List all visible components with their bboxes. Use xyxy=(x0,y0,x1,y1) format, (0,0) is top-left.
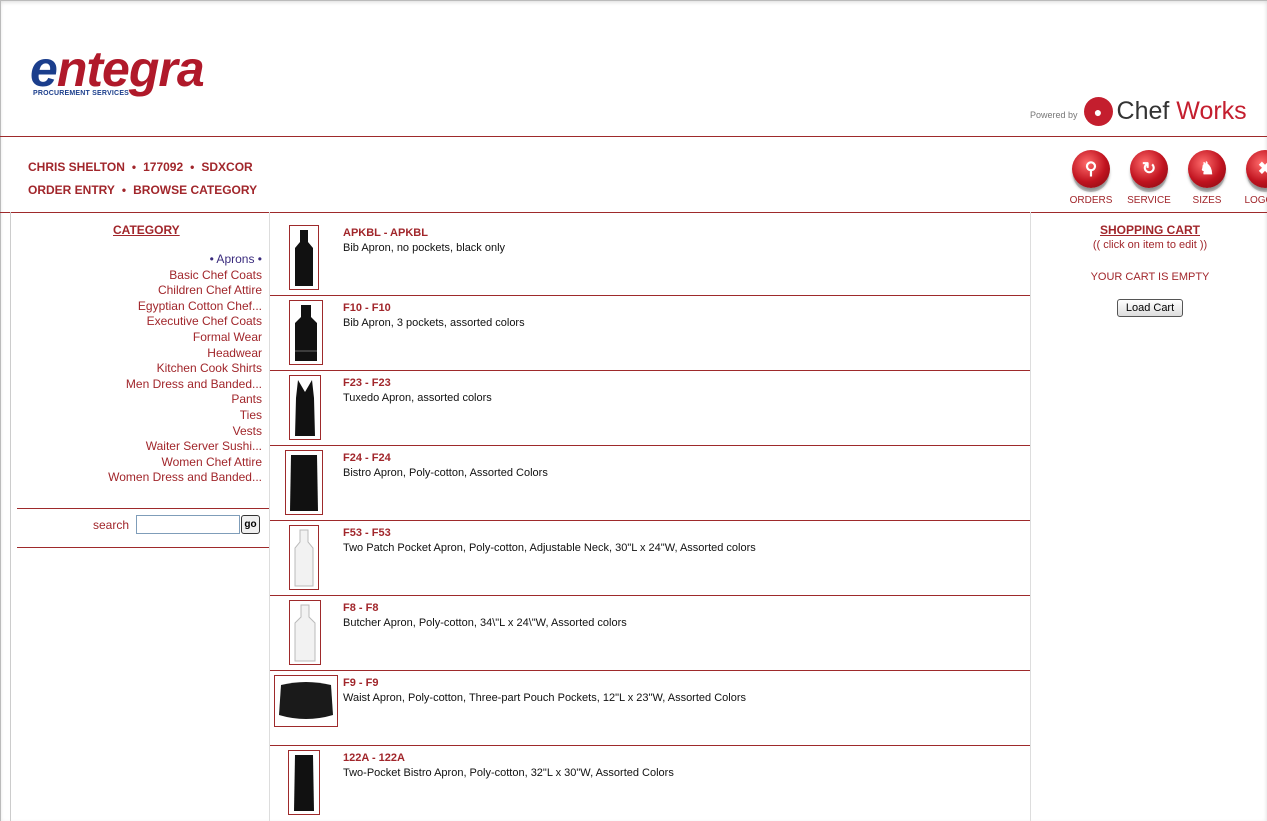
product-image[interactable] xyxy=(289,300,323,365)
product-list: APKBL - APKBL Bib Apron, no pockets, bla… xyxy=(270,221,1030,820)
product-row[interactable]: F9 - F9 Waist Apron, Poly-cotton, Three-… xyxy=(270,671,1030,746)
search-input[interactable] xyxy=(136,515,240,534)
nav-divider xyxy=(0,212,1267,213)
search-top-divider xyxy=(17,508,269,509)
header-divider xyxy=(0,136,1267,137)
category-item[interactable]: Women Chef Attire xyxy=(60,455,263,471)
service-icon: ↻ xyxy=(1130,150,1168,188)
product-row[interactable]: F53 - F53 Two Patch Pocket Apron, Poly-c… xyxy=(270,521,1030,596)
orders-button[interactable]: ⚲ ORDERS xyxy=(1062,150,1120,206)
product-row[interactable]: APKBL - APKBL Bib Apron, no pockets, bla… xyxy=(270,221,1030,296)
product-row[interactable]: F24 - F24 Bistro Apron, Poly-cotton, Ass… xyxy=(270,446,1030,521)
product-code[interactable]: F10 - F10 xyxy=(343,302,391,314)
go-button[interactable]: go xyxy=(241,515,260,534)
category-item[interactable]: Headwear xyxy=(60,346,262,362)
product-image[interactable] xyxy=(289,525,319,590)
product-desc: Tuxedo Apron, assorted colors xyxy=(343,392,492,404)
category-item[interactable]: Egyptian Cotton Chef... xyxy=(60,299,262,315)
category-item[interactable]: Kitchen Cook Shirts xyxy=(60,361,262,377)
integra-logo: entegra PROCUREMENT SERVICES xyxy=(30,41,205,97)
product-code[interactable]: F53 - F53 xyxy=(343,527,391,539)
load-cart-button[interactable]: Load Cart xyxy=(1116,299,1184,317)
category-item[interactable]: Men Dress and Banded... xyxy=(60,377,262,393)
chefworks-logo-icon: ● xyxy=(1083,97,1113,126)
cart-hint: (( click on item to edit )) xyxy=(1092,239,1208,251)
sizes-button[interactable]: ♞ SIZES xyxy=(1178,150,1236,206)
product-desc: Butcher Apron, Poly-cotton, 34\"L x 24\"… xyxy=(343,617,627,629)
category-item[interactable]: Formal Wear xyxy=(60,330,262,346)
product-row[interactable]: 122A - 122A Two-Pocket Bistro Apron, Pol… xyxy=(270,746,1030,820)
product-desc: Bistro Apron, Poly-cotton, Assorted Colo… xyxy=(343,467,548,479)
category-heading: CATEGORY xyxy=(113,223,180,237)
product-row[interactable]: F8 - F8 Butcher Apron, Poly-cotton, 34\"… xyxy=(270,596,1030,671)
product-desc: Waist Apron, Poly-cotton, Three-part Pou… xyxy=(343,692,746,704)
powered-by-chefworks: Powered by ● Chef Works xyxy=(1030,97,1247,126)
product-code[interactable]: APKBL - APKBL xyxy=(343,227,428,239)
close-icon: ✖ xyxy=(1246,150,1267,188)
search-area: search go xyxy=(93,515,260,534)
product-code[interactable]: 122A - 122A xyxy=(343,752,405,764)
service-button[interactable]: ↻ SERVICE xyxy=(1120,150,1178,206)
shopping-cart-title[interactable]: SHOPPING CART xyxy=(1060,223,1240,237)
logoff-button[interactable]: ✖ LOGOFF xyxy=(1236,150,1267,206)
product-image[interactable] xyxy=(289,225,319,290)
order-entry-link[interactable]: ORDER ENTRY xyxy=(28,183,115,197)
category-item[interactable]: Pants xyxy=(60,392,262,408)
product-row[interactable]: F23 - F23 Tuxedo Apron, assorted colors xyxy=(270,371,1030,446)
shopping-cart: SHOPPING CART (( click on item to edit )… xyxy=(1060,223,1240,317)
category-item[interactable]: Children Chef Attire xyxy=(60,283,262,299)
category-item[interactable]: Vests xyxy=(60,424,262,440)
product-desc: Two-Pocket Bistro Apron, Poly-cotton, 32… xyxy=(343,767,674,779)
product-image[interactable] xyxy=(274,675,338,727)
search-bottom-divider xyxy=(17,547,269,548)
browse-category-link[interactable]: BROWSE CATEGORY xyxy=(133,183,257,197)
user-info: CHRIS SHELTON • 177092 • SDXCOR xyxy=(28,160,253,174)
product-desc: Bib Apron, 3 pockets, assorted colors xyxy=(343,317,525,329)
product-image[interactable] xyxy=(288,750,320,815)
product-code[interactable]: F24 - F24 xyxy=(343,452,391,464)
right-column-divider xyxy=(1030,212,1031,821)
category-item[interactable]: Executive Chef Coats xyxy=(60,314,262,330)
product-image[interactable] xyxy=(289,600,321,665)
pin-icon: ♞ xyxy=(1188,150,1226,188)
breadcrumb: ORDER ENTRY • BROWSE CATEGORY xyxy=(28,183,258,197)
product-image[interactable] xyxy=(289,375,321,440)
search-label: search xyxy=(93,518,130,532)
product-desc: Bib Apron, no pockets, black only xyxy=(343,242,506,254)
category-item[interactable]: Ties xyxy=(60,408,262,424)
product-image[interactable] xyxy=(285,450,323,515)
product-desc: Two Patch Pocket Apron, Poly-cotton, Adj… xyxy=(343,542,756,554)
search-icon: ⚲ xyxy=(1072,150,1110,188)
toolbar: ⚲ ORDERS ↻ SERVICE ♞ SIZES ✖ LOGOFF xyxy=(1062,150,1267,206)
category-item[interactable]: Women Dress and Banded... xyxy=(60,470,262,486)
category-item[interactable]: Basic Chef Coats xyxy=(60,268,262,284)
category-list: • Aprons • Basic Chef Coats Children Che… xyxy=(60,252,262,486)
product-code[interactable]: F8 - F8 xyxy=(343,602,378,614)
product-code[interactable]: F9 - F9 xyxy=(343,677,378,689)
product-code[interactable]: F23 - F23 xyxy=(343,377,391,389)
left-edge xyxy=(10,212,11,821)
cart-empty-message: YOUR CART IS EMPTY xyxy=(1090,271,1210,283)
product-row[interactable]: F10 - F10 Bib Apron, 3 pockets, assorted… xyxy=(270,296,1030,371)
category-item[interactable]: Waiter Server Sushi... xyxy=(60,439,262,455)
category-item-aprons[interactable]: • Aprons • xyxy=(60,252,262,268)
